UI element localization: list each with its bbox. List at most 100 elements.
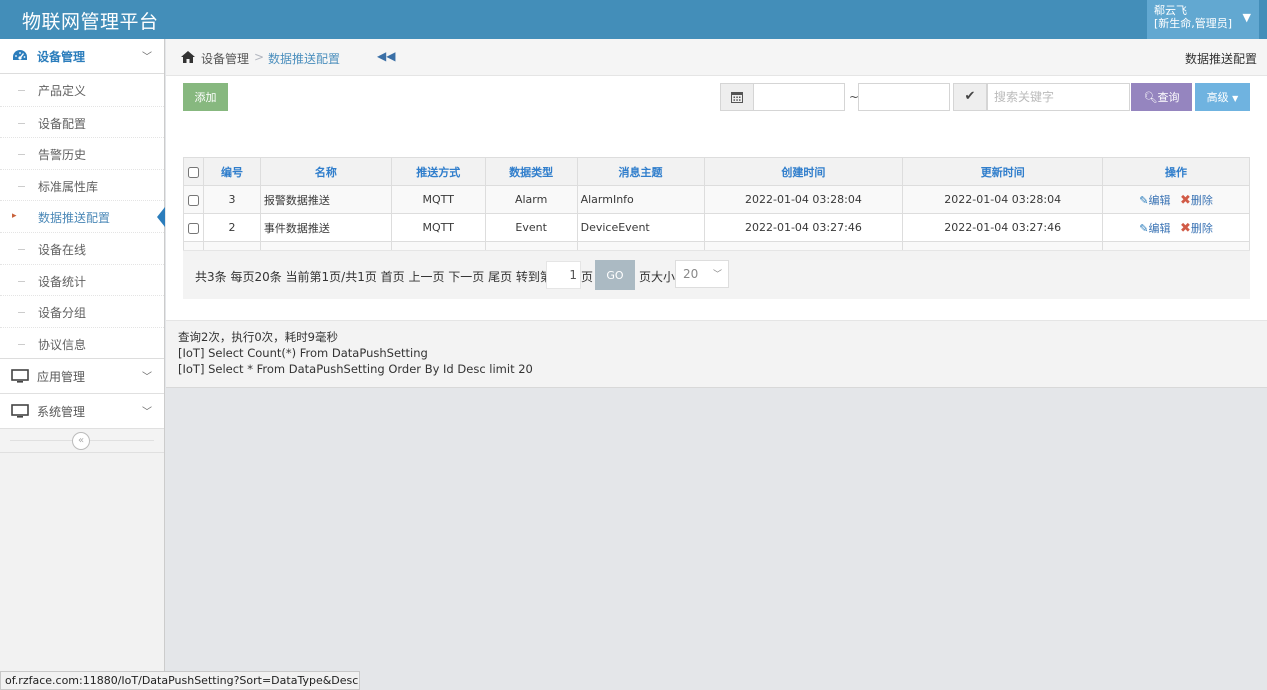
sidebar-item-alarm-history[interactable]: 告警历史 — [0, 137, 164, 169]
sidebar-item-device-online[interactable]: 设备在线 — [0, 231, 164, 264]
delete-label: 删除 — [1190, 193, 1213, 207]
double-back-icon[interactable]: ◀◀ — [377, 49, 395, 63]
delete-link[interactable]: ✖删除 — [1176, 192, 1213, 208]
add-button[interactable]: 添加 — [183, 83, 228, 111]
active-indicator — [157, 207, 165, 228]
column-header[interactable]: 数据类型 — [484, 157, 578, 186]
query-label: 查询 — [1157, 91, 1180, 104]
delete-icon: ✖ — [1179, 220, 1191, 236]
collapse-sidebar-button[interactable]: « — [72, 432, 90, 451]
column-header[interactable]: 推送方式 — [390, 157, 486, 186]
user-menu[interactable]: 郗云飞 [新生命,管理员] ▼ — [1147, 0, 1259, 39]
edit-link[interactable]: ✎编辑 — [1139, 222, 1170, 235]
cell-topic: AlarmInfo — [576, 185, 705, 214]
home-icon — [181, 51, 195, 63]
search-input[interactable] — [987, 83, 1130, 111]
tree-dash — [18, 154, 25, 156]
tree-dash — [18, 343, 25, 345]
sidebar-item-label: 设备分组 — [38, 306, 87, 321]
advanced-button[interactable]: 高级 ▼ — [1195, 83, 1250, 111]
sidebar-item-attribute-library[interactable]: 标准属性库 — [0, 168, 164, 201]
breadcrumb-separator: > — [254, 50, 265, 64]
log-line: 查询2次，执行0次，耗时9毫秒 — [178, 330, 338, 344]
tree-dash — [18, 280, 25, 282]
sidebar-item-device-group[interactable]: 设备分组 — [0, 295, 164, 327]
cell-id: 3 — [202, 185, 261, 214]
page-number-input[interactable] — [546, 261, 581, 289]
sidebar-item-label: 设备统计 — [38, 274, 87, 289]
sidebar-menu-app[interactable]: 应用管理 ﹀ — [0, 359, 164, 395]
tree-dash — [18, 248, 25, 250]
date-from-input[interactable] — [753, 83, 845, 111]
sidebar-collapse-row: « — [0, 429, 164, 454]
page-suffix: 页 — [581, 270, 594, 284]
row-checkbox[interactable] — [187, 194, 199, 206]
column-header[interactable]: 创建时间 — [703, 157, 904, 186]
table-row: 3 报警数据推送 MQTT Alarm AlarmInfo 2022-01-04… — [183, 185, 1250, 214]
sidebar-item-device-stats[interactable]: 设备统计 — [0, 263, 164, 296]
caret-right-icon: ▸ — [12, 211, 17, 222]
breadcrumb: 设备管理 > 数据推送配置 ◀◀ 数据推送配置 — [166, 39, 1267, 76]
user-name: 郗云飞 — [1154, 4, 1187, 17]
cell-name[interactable]: 报警数据推送 — [259, 185, 392, 214]
cell-method: MQTT — [390, 185, 486, 214]
cell-actions: ✎编辑 ✖删除 — [1102, 213, 1250, 242]
cell-type: Alarm — [484, 185, 578, 214]
cell-created: 2022-01-04 03:27:46 — [703, 213, 904, 242]
table-header-row: 编号 名称 推送方式 数据类型 消息主题 创建时间 更新时间 操作 — [183, 157, 1250, 186]
cell-method: MQTT — [390, 213, 486, 242]
chevron-down-icon: ﹀ — [712, 270, 722, 280]
select-all-checkbox[interactable] — [187, 166, 199, 178]
go-button[interactable]: GO — [595, 260, 635, 290]
cell-id: 2 — [202, 213, 261, 242]
cell-type: Event — [484, 213, 578, 242]
breadcrumb-current[interactable]: 数据推送配置 — [268, 50, 340, 67]
column-header[interactable]: 名称 — [259, 157, 392, 186]
page-size-label: 页大小 — [639, 270, 676, 284]
tree-dash — [18, 185, 25, 187]
caret-down-icon: ▼ — [1242, 11, 1251, 24]
cell-name[interactable]: 事件数据推送 — [259, 213, 392, 242]
column-header[interactable]: 消息主题 — [576, 157, 705, 186]
calendar-addon — [720, 83, 754, 111]
tree-dash — [18, 312, 25, 314]
sidebar-item-label: 标准属性库 — [38, 179, 99, 194]
pagination-summary[interactable]: 共3条 每页20条 当前第1页/共1页 首页 上一页 下一页 尾页 转到第 — [195, 268, 552, 285]
cell-updated: 2022-01-04 03:27:46 — [902, 213, 1104, 242]
page-size-value: 20 — [683, 267, 699, 281]
query-button[interactable]: 🔍︎查询 — [1131, 83, 1192, 111]
row-checkbox-cell — [183, 213, 204, 242]
breadcrumb-section[interactable]: 设备管理 — [201, 50, 249, 67]
delete-icon: ✖ — [1179, 192, 1191, 208]
delete-link[interactable]: ✖删除 — [1176, 220, 1213, 236]
page-size-select[interactable]: 20 ﹀ — [675, 260, 729, 288]
sidebar-item-product[interactable]: 产品定义 — [0, 74, 164, 106]
sidebar-item-device-config[interactable]: 设备配置 — [0, 105, 164, 138]
sidebar-menu-system[interactable]: 系统管理 ﹀ — [0, 394, 164, 430]
sidebar-menu-label: 系统管理 — [37, 405, 86, 420]
page-content: 添加 ~ ✔ 🔍︎查询 高级 ▼ — [166, 76, 1267, 320]
status-bar-url: of.rzface.com:11880/IoT/DataPushSetting?… — [0, 671, 360, 690]
row-checkbox[interactable] — [187, 222, 199, 234]
chevron-down-icon: ﹀ — [142, 407, 152, 419]
user-role: [新生命,管理员] — [1154, 17, 1233, 30]
sidebar-item-protocol-info[interactable]: 协议信息 — [0, 326, 164, 359]
calendar-icon — [731, 92, 743, 103]
chevron-down-icon: ﹀ — [142, 372, 152, 384]
edit-label: 编辑 — [1148, 221, 1171, 235]
app-title[interactable]: 物联网管理平台 — [22, 7, 159, 34]
device-submenu: 产品定义 设备配置 告警历史 标准属性库 ▸ 数据推送配置 设备在线 设备统计 设… — [0, 74, 165, 360]
edit-link[interactable]: ✎编辑 — [1139, 194, 1170, 207]
desktop-icon — [11, 369, 29, 383]
page-title: 数据推送配置 — [1184, 52, 1257, 66]
column-header[interactable]: 编号 — [202, 157, 261, 186]
table-row: 2 事件数据推送 MQTT Event DeviceEvent 2022-01-… — [183, 213, 1250, 242]
advanced-label: 高级 — [1206, 91, 1229, 104]
column-header[interactable]: 更新时间 — [902, 157, 1104, 186]
date-to-input[interactable] — [858, 83, 950, 111]
sidebar-item-data-push[interactable]: ▸ 数据推送配置 — [0, 200, 165, 232]
sidebar-item-label: 数据推送配置 — [38, 211, 111, 226]
main-area: 设备管理 > 数据推送配置 ◀◀ 数据推送配置 添加 ~ ✔ 🔍︎查询 — [166, 39, 1267, 690]
sidebar-item-label: 设备配置 — [38, 116, 87, 131]
sidebar-menu-device[interactable]: 设备管理 ﹀ — [0, 39, 164, 74]
